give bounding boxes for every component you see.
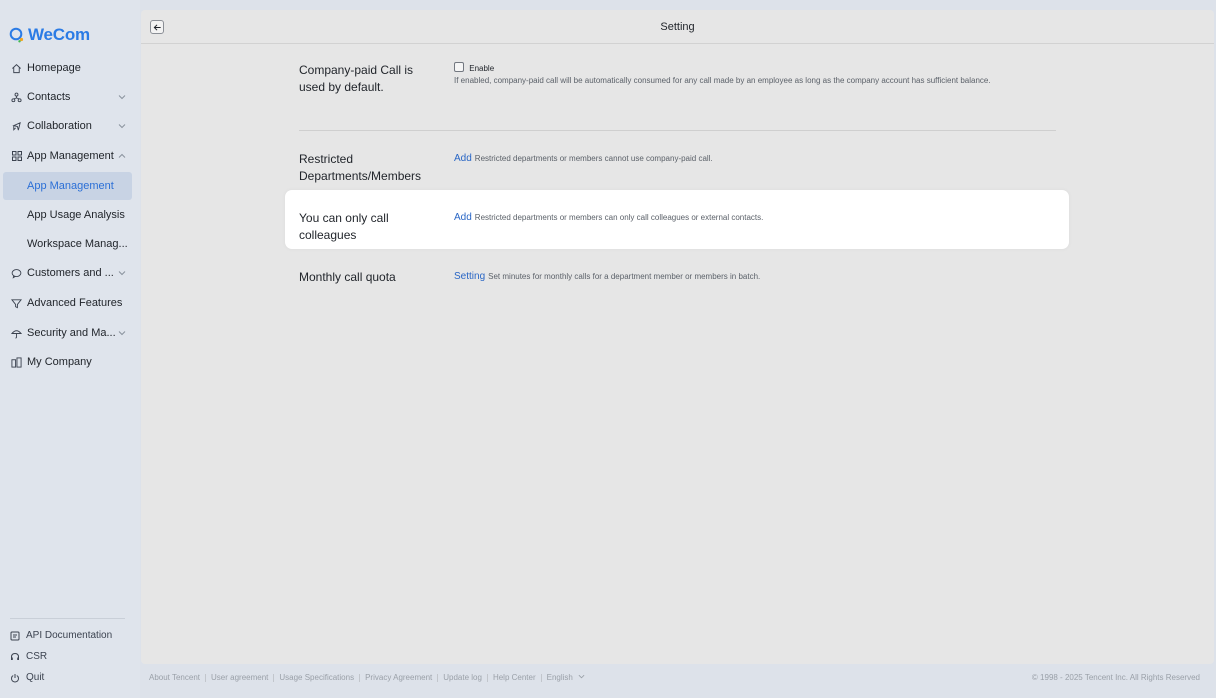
contacts-icon xyxy=(10,91,23,104)
footer-link-update-log[interactable]: Update log xyxy=(443,673,482,682)
sidebar-item-app-management-sub[interactable]: App Management xyxy=(3,172,132,200)
language-selector[interactable]: English xyxy=(547,673,585,682)
footer-separator xyxy=(273,673,275,682)
copyright: © 1998 - 2025 Tencent Inc. All Rights Re… xyxy=(1031,673,1200,682)
page-header: Setting xyxy=(141,10,1214,44)
sidebar-quit[interactable]: Quit xyxy=(10,672,44,683)
footer-separator xyxy=(359,673,361,682)
sidebar-item-label: Collaboration xyxy=(27,120,92,132)
row-content-company-paid-call: Enable If enabled, company-paid call wil… xyxy=(454,62,1054,86)
footer-separator xyxy=(540,673,542,682)
chevron-down-icon xyxy=(118,92,126,104)
page-title: Setting xyxy=(660,21,695,33)
sidebar-item-my-company[interactable]: My Company xyxy=(0,348,140,376)
headset-icon xyxy=(10,652,22,662)
quota-setting-link[interactable]: Setting xyxy=(454,271,485,282)
sidebar-item-collaboration[interactable]: Collaboration xyxy=(0,112,140,140)
sidebar-api-documentation[interactable]: API Documentation xyxy=(10,630,112,641)
bottom-item-label: CSR xyxy=(26,651,48,662)
chevron-down-icon xyxy=(118,121,126,133)
power-icon xyxy=(10,673,22,683)
row-label-restricted-departments: Restricted Departments/Members xyxy=(299,152,422,183)
apps-grid-icon xyxy=(10,150,23,163)
sidebar-item-app-management[interactable]: App Management xyxy=(0,142,140,170)
footer-link-usage-specifications[interactable]: Usage Specifications xyxy=(279,673,354,682)
sidebar-item-label: App Management xyxy=(27,150,114,162)
sidebar-item-homepage[interactable]: Homepage xyxy=(0,54,140,82)
enable-checkbox-label[interactable]: Enable xyxy=(469,64,494,73)
sidebar-item-label: Advanced Features xyxy=(27,297,123,309)
chevron-down-icon xyxy=(118,328,126,340)
chat-bubble-icon xyxy=(10,267,23,280)
sidebar-item-label: App Usage Analysis xyxy=(27,209,125,221)
logo-text: WeCom xyxy=(28,25,90,44)
sidebar-item-contacts[interactable]: Contacts xyxy=(0,83,140,111)
sidebar-item-label: Contacts xyxy=(27,91,71,103)
chevron-down-icon xyxy=(578,674,585,679)
row-content-monthly-call-quota: Setting Set minutes for monthly calls for… xyxy=(454,271,760,282)
umbrella-icon xyxy=(10,327,23,340)
footer-separator xyxy=(437,673,439,682)
sidebar-item-customers[interactable]: Customers and ... xyxy=(0,259,140,287)
row-content-call-colleagues-only: Add Restricted departments or members can… xyxy=(454,212,763,223)
enable-checkbox[interactable] xyxy=(454,62,464,72)
company-paid-call-description: If enabled, company-paid call will be au… xyxy=(454,76,991,85)
add-restricted-link[interactable]: Add xyxy=(454,153,472,164)
collaboration-icon xyxy=(10,120,23,133)
footer-link-help-center[interactable]: Help Center xyxy=(493,673,536,682)
sidebar-item-label: Security and Ma... xyxy=(27,327,116,339)
footer-separator xyxy=(205,673,207,682)
wecom-logo-icon xyxy=(9,27,24,43)
sidebar-item-label: Workspace Manag... xyxy=(27,238,128,250)
home-icon xyxy=(10,62,23,75)
sidebar-item-label: App Management xyxy=(27,180,114,192)
footer-link-about[interactable]: About Tencent xyxy=(149,673,200,682)
footer-links: About Tencent User agreement Usage Speci… xyxy=(149,673,585,682)
row-content-restricted-departments: Add Restricted departments or members can… xyxy=(454,153,713,164)
sidebar-divider xyxy=(10,618,125,619)
sidebar-item-label: Homepage xyxy=(27,62,81,74)
row-label-call-colleagues-only: You can only call colleagues xyxy=(299,211,389,242)
sidebar-item-workspace-management[interactable]: Workspace Manag... xyxy=(0,230,140,258)
restricted-description: Restricted departments or members cannot… xyxy=(474,154,713,163)
bottom-item-label: API Documentation xyxy=(26,630,113,641)
row-label-monthly-call-quota: Monthly call quota xyxy=(299,270,396,284)
building-icon xyxy=(10,356,23,369)
footer-link-privacy[interactable]: Privacy Agreement xyxy=(365,673,432,682)
document-icon xyxy=(10,631,22,641)
sidebar: WeCom Homepage Contacts Collaboration Ap… xyxy=(0,0,140,698)
filter-icon xyxy=(10,297,23,310)
bottom-item-label: Quit xyxy=(26,672,45,683)
sidebar-item-label: Customers and ... xyxy=(27,267,114,279)
wecom-logo[interactable]: WeCom xyxy=(9,25,90,45)
colleagues-only-description: Restricted departments or members can on… xyxy=(474,213,764,222)
add-colleagues-only-link[interactable]: Add xyxy=(454,212,472,223)
language-label: English xyxy=(546,673,573,682)
quota-description: Set minutes for monthly calls for a depa… xyxy=(488,272,761,281)
footer-link-user-agreement[interactable]: User agreement xyxy=(211,673,268,682)
sidebar-item-advanced-features[interactable]: Advanced Features xyxy=(0,289,140,317)
footer-separator xyxy=(486,673,488,682)
section-divider xyxy=(299,130,1056,131)
sidebar-item-app-usage-analysis[interactable]: App Usage Analysis xyxy=(0,201,140,229)
sidebar-item-label: My Company xyxy=(27,356,92,368)
row-label-company-paid-call: Company-paid Call is used by default. xyxy=(299,63,414,94)
main-panel: Setting Company-paid Call is used by def… xyxy=(141,10,1214,664)
sidebar-item-security[interactable]: Security and Ma... xyxy=(0,319,140,347)
chevron-up-icon xyxy=(118,151,126,163)
sidebar-csr[interactable]: CSR xyxy=(10,651,47,662)
chevron-down-icon xyxy=(118,268,126,280)
